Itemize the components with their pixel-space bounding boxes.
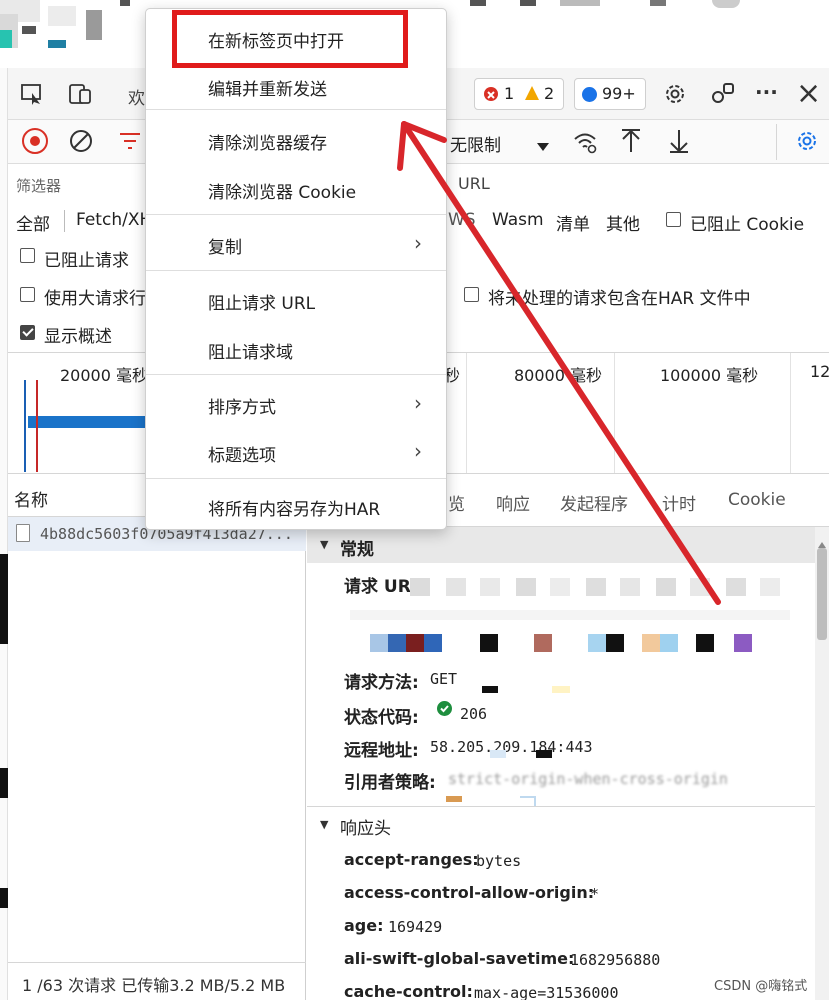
watermark: CSDN @嗨铭式 [714, 979, 808, 994]
import-har-icon[interactable] [620, 128, 642, 154]
menu-item-block-domain[interactable]: 阻止请求域 [208, 338, 293, 363]
record-button[interactable] [22, 128, 48, 154]
timeline-tick: 20000 毫秒 [60, 366, 148, 385]
network-conditions-icon[interactable] [572, 130, 598, 154]
network-settings-icon[interactable] [794, 128, 820, 154]
request-list-panel [8, 474, 306, 1000]
blocked-cookies-checkbox[interactable] [666, 212, 681, 227]
settings-gear-icon[interactable] [662, 81, 688, 107]
header-key: cache-control: [344, 982, 473, 1000]
dom-content-loaded-marker [24, 380, 26, 472]
throttle-select[interactable]: 无限制 [450, 131, 501, 156]
collapse-triangle-icon: ▼ [320, 538, 329, 551]
device-emulation-icon[interactable] [68, 82, 94, 106]
menu-item-clear-cookies[interactable]: 清除浏览器 Cookie [208, 178, 356, 203]
blocked-cookies-label: 已阻止 Cookie [690, 215, 805, 235]
warning-count: 2 [544, 84, 555, 103]
filter-label[interactable]: 筛选器 [16, 175, 61, 196]
request-method-value: GET [430, 670, 458, 688]
timeline-tick: 80000 毫秒 [514, 366, 602, 385]
inspect-element-icon[interactable] [20, 82, 44, 106]
timeline-bar [28, 416, 146, 428]
header-key: access-control-allow-origin: [344, 883, 595, 902]
redacted-url [350, 570, 810, 666]
column-name-header[interactable]: 名称 [14, 486, 48, 511]
more-options-icon[interactable]: ··· [755, 80, 778, 104]
menu-item-sort-by[interactable]: 排序方式 [208, 393, 276, 418]
show-overview-checkbox[interactable] [20, 325, 35, 340]
menu-item-block-url[interactable]: 阻止请求 URL [208, 289, 315, 314]
timeline-tick: 12 [810, 362, 829, 381]
har-option-checkbox[interactable] [464, 287, 479, 302]
filter-url-hint: URL [458, 174, 490, 193]
header-value: max-age=31536000 [474, 984, 619, 1000]
menu-item-clear-cache[interactable]: 清除浏览器缓存 [208, 129, 327, 154]
tab-welcome-partial[interactable]: 欢 [128, 84, 145, 109]
response-headers-title[interactable]: 响应头 [340, 814, 391, 839]
file-icon [16, 524, 30, 542]
message-icon [582, 87, 597, 102]
header-key: ali-swift-global-savetime: [344, 949, 575, 968]
remote-address-label: 远程地址: [344, 741, 419, 761]
tab-initiator[interactable]: 发起程序 [560, 490, 628, 515]
menu-item-save-all-as-har[interactable]: 将所有内容另存为HAR [208, 495, 380, 520]
show-overview-label: 显示概述 [44, 327, 112, 347]
status-code-label: 状态代码: [344, 708, 419, 728]
large-rows-label: 使用大请求行 [44, 289, 146, 309]
chevron-down-icon [536, 137, 550, 151]
error-icon [484, 87, 498, 101]
general-title: 常规 [340, 540, 374, 560]
scrollbar-thumb[interactable] [817, 548, 827, 640]
export-har-icon[interactable] [668, 128, 690, 154]
type-ws[interactable]: WS [448, 210, 476, 230]
type-manifest[interactable]: 清单 [556, 210, 590, 235]
tab-response[interactable]: 响应 [496, 490, 530, 515]
context-menu: 在新标签页中打开 编辑并重新发送 清除浏览器缓存 清除浏览器 Cookie 复制… [145, 8, 447, 530]
status-bar-summary: 1 /63 次请求 已传输3.2 MB/5.2 MB [22, 976, 286, 995]
type-all[interactable]: 全部 [16, 210, 50, 235]
status-code-value: 206 [460, 705, 488, 723]
clear-icon[interactable] [68, 128, 94, 154]
header-key: age: [344, 916, 384, 935]
menu-item-header-options[interactable]: 标题选项 [208, 441, 276, 466]
tab-preview[interactable]: 览 [448, 490, 465, 515]
chevron-right-icon: › [414, 439, 422, 463]
timeline-tick: 100000 毫秒 [660, 366, 759, 385]
chevron-right-icon: › [414, 231, 422, 255]
type-fetch-xhr[interactable]: Fetch/XH [76, 210, 152, 230]
referrer-policy-label: 引用者策略: [344, 773, 436, 793]
highlight-box [172, 10, 408, 68]
menu-item-copy[interactable]: 复制 [208, 233, 242, 258]
large-rows-checkbox[interactable] [20, 287, 35, 302]
header-value: 1682956880 [570, 951, 661, 969]
header-value: 169429 [388, 918, 443, 936]
status-ok-icon [437, 701, 452, 716]
general-section-header[interactable] [307, 527, 815, 563]
customize-icon[interactable] [710, 81, 736, 107]
collapse-triangle-icon: ▼ [320, 818, 329, 831]
blocked-requests-label: 已阻止请求 [44, 251, 129, 271]
tab-timing[interactable]: 计时 [662, 490, 696, 515]
scrollbar-up-icon[interactable] [817, 534, 827, 548]
type-other[interactable]: 其他 [606, 210, 640, 235]
blocked-requests-checkbox[interactable] [20, 248, 35, 263]
close-devtools-icon[interactable]: × [796, 76, 821, 111]
referrer-policy-value: strict-origin-when-cross-origin [448, 770, 728, 788]
error-count: 1 [504, 84, 515, 103]
page-edge [0, 68, 8, 1000]
har-option-label: 将未处理的请求包含在HAR 文件中 [488, 289, 751, 309]
request-method-label: 请求方法: [344, 673, 419, 693]
header-value: * [590, 885, 600, 903]
message-count: 99+ [602, 84, 636, 103]
header-key: accept-ranges: [344, 850, 479, 869]
header-value: bytes [476, 852, 522, 870]
type-wasm[interactable]: Wasm [492, 210, 544, 230]
load-marker [36, 380, 38, 472]
remote-address-value: 58.205.209.184:443 [430, 738, 593, 756]
warning-icon [524, 85, 540, 101]
tab-cookies[interactable]: Cookie [728, 490, 786, 510]
filter-icon[interactable] [118, 131, 142, 151]
chevron-right-icon: › [414, 391, 422, 415]
menu-item-edit-and-resend[interactable]: 编辑并重新发送 [208, 75, 327, 100]
